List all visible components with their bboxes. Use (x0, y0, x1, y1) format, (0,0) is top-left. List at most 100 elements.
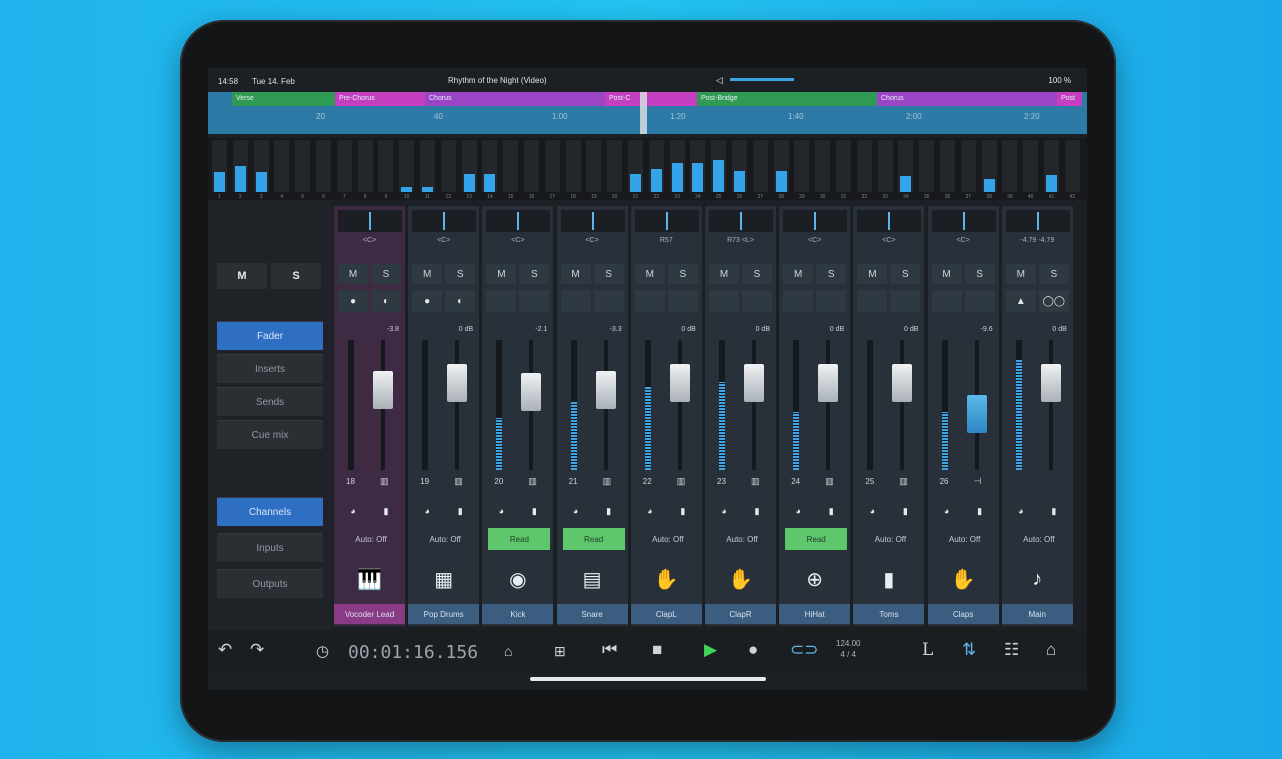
knob-icon[interactable]: ◕ (412, 503, 442, 519)
mini-channel-meter[interactable]: 36 (940, 140, 955, 200)
loop-icon[interactable]: ⊂⊃ (790, 640, 819, 660)
solo-button[interactable]: S (371, 264, 401, 284)
mini-channel-meter[interactable]: 32 (856, 140, 872, 200)
instrument-icon[interactable]: 🎹 (334, 557, 405, 601)
fader-handle[interactable] (1040, 364, 1061, 403)
mini-channel-meter[interactable]: 16 (524, 140, 539, 200)
mute-button[interactable]: M (412, 264, 443, 284)
mini-channel-meter[interactable]: 31 (836, 140, 851, 200)
record-arm-icon[interactable] (783, 290, 814, 312)
mute-button[interactable]: M (1005, 264, 1036, 284)
clock-icon[interactable]: ◷ (316, 642, 329, 660)
mini-channel-meter[interactable]: 11 (420, 140, 435, 200)
monitor-icon[interactable] (816, 290, 847, 312)
automation-mode[interactable]: Auto: Off (859, 528, 921, 550)
solo-button[interactable]: S (1038, 264, 1069, 284)
fader-handle[interactable] (669, 364, 690, 403)
overview-meter-bank[interactable]: 1 2 3 4 5 6 7 8 9 10 11 12 13 14 15 16 17 18 19 20 21 22 23 24 2… (208, 138, 1087, 200)
mini-channel-meter[interactable]: 42 (1064, 140, 1080, 200)
channel-name[interactable]: Toms (853, 604, 925, 624)
fader-track[interactable] (677, 340, 682, 470)
knob-icon[interactable]: ◕ (709, 503, 739, 519)
channel-name[interactable]: Pop Drums (408, 604, 480, 624)
fader-handle[interactable] (818, 364, 839, 403)
arranger-section[interactable]: Post (1057, 92, 1082, 106)
mini-channel-meter[interactable]: 9 (378, 140, 394, 200)
fader-track[interactable] (455, 340, 460, 470)
mini-channel-meter[interactable]: 1 (212, 140, 227, 200)
redo-icon[interactable]: ↷ (250, 640, 264, 660)
instrument-icon[interactable]: ♪ (1002, 557, 1073, 601)
mute-button[interactable]: M (634, 264, 665, 284)
channel-strip[interactable]: <C> M S ● ◐ -3.8 18 ▥ ◕ ▮ Auto: Off 🎹 Vocoder Lead (333, 206, 405, 626)
mini-channel-meter[interactable]: 27 (752, 140, 768, 200)
channel-strip[interactable]: -4.79 -4.79 M S ▲ ◯◯ 0 dB ◕ ▮ Auto: Off ♪ Main (1000, 206, 1073, 626)
record-arm-icon[interactable] (931, 290, 962, 312)
fader-track[interactable] (1048, 340, 1053, 470)
grid-view-icon[interactable]: ☷ (1004, 640, 1019, 660)
mute-button[interactable]: M (486, 264, 517, 284)
mini-channel-meter[interactable]: 29 (794, 140, 810, 200)
view-button-inserts[interactable]: Inserts (217, 354, 323, 383)
insert-icon[interactable]: ▮ (742, 503, 772, 519)
solo-button[interactable]: S (445, 264, 476, 284)
solo-button[interactable]: S (890, 264, 921, 284)
instrument-icon[interactable]: ▮ (853, 557, 924, 601)
record-arm-icon[interactable] (857, 290, 888, 312)
mute-button[interactable]: M (560, 264, 591, 284)
insert-icon[interactable]: ▮ (816, 503, 846, 519)
mini-channel-meter[interactable]: 13 (461, 140, 477, 200)
mini-channel-meter[interactable]: 41 (1044, 140, 1059, 200)
automation-mode[interactable]: Auto: Off (711, 528, 773, 550)
record-arm-icon[interactable] (709, 290, 739, 312)
knob-icon[interactable]: ◕ (561, 503, 591, 519)
mini-channel-meter[interactable]: 6 (316, 140, 331, 200)
channel-strip[interactable]: R73 <L> M S 0 dB 23 ▥ ◕ ▮ Auto: Off ✋ ClapR (704, 206, 776, 626)
solo-button[interactable]: S (519, 264, 550, 284)
monitor-icon[interactable]: ◐ (445, 290, 476, 312)
record-arm-icon[interactable] (486, 290, 517, 312)
monitor-icon[interactable]: ◯◯ (1038, 290, 1069, 312)
arranger-timeline[interactable]: Verse Pre-Chorus Chorus Post-C Post-Bridge Ch… (208, 92, 1087, 134)
mini-channel-meter[interactable]: 8 (357, 140, 373, 200)
record-arm-icon[interactable] (634, 290, 665, 312)
record-arm-icon[interactable]: ▲ (1005, 290, 1036, 312)
solo-button[interactable]: S (742, 264, 772, 284)
marker-add-icon[interactable]: ⊞ (554, 643, 566, 660)
record-arm-icon[interactable]: ● (338, 290, 368, 312)
knob-icon[interactable]: ◕ (932, 503, 962, 519)
instrument-icon[interactable]: ◉ (482, 557, 553, 601)
marker-prev-icon[interactable]: ⌂ (504, 643, 512, 659)
record-arm-icon[interactable]: ● (412, 290, 443, 312)
arranger-section[interactable]: Post-Bridge (697, 92, 877, 106)
mini-channel-meter[interactable]: 38 (981, 140, 997, 200)
tempo-display[interactable]: 124.00 4 / 4 (836, 638, 860, 660)
channel-strip[interactable]: R57 M S 0 dB 22 ▥ ◕ ▮ Auto: Off ✋ ClapL (629, 206, 702, 626)
view-button-sends[interactable]: Sends (217, 387, 323, 416)
mini-channel-meter[interactable]: 19 (586, 140, 602, 200)
channel-strip[interactable]: <C> M S -9.6 26 ⊣ ◕ ▮ Auto: Off ✋ Claps (926, 206, 999, 626)
mini-channel-meter[interactable]: 18 (565, 140, 581, 200)
instrument-icon[interactable]: ✋ (705, 557, 776, 601)
channel-strip[interactable]: <C> M S -2.1 20 ▥ ◕ ▮ Read ◉ Kick (481, 206, 554, 626)
time-display[interactable]: 00:01:16.156 (348, 642, 478, 663)
channel-name[interactable]: Main (1001, 604, 1073, 624)
monitor-icon[interactable] (964, 290, 995, 312)
channel-name[interactable]: HiHat (779, 604, 851, 624)
playhead[interactable] (640, 92, 647, 134)
fader-handle[interactable] (892, 364, 913, 403)
insert-icon[interactable]: ▮ (1039, 503, 1069, 519)
automation-mode[interactable]: Read (562, 528, 625, 550)
insert-icon[interactable]: ▮ (594, 503, 624, 519)
automation-mode[interactable]: Auto: Off (1008, 528, 1070, 550)
solo-button[interactable]: S (667, 264, 698, 284)
automation-mode[interactable]: Auto: Off (637, 528, 699, 550)
channel-strip[interactable]: <C> M S 0 dB 25 ▥ ◕ ▮ Auto: Off ▮ Toms (852, 206, 925, 626)
mini-channel-meter[interactable]: 39 (1002, 140, 1018, 200)
home-icon[interactable]: ⌂ (1046, 640, 1056, 660)
automation-mode[interactable]: Auto: Off (340, 528, 402, 550)
knob-icon[interactable]: ◕ (1006, 503, 1036, 519)
list-button-inputs[interactable]: Inputs (217, 533, 323, 562)
play-icon[interactable]: ▶ (704, 640, 717, 660)
knob-icon[interactable]: ◕ (635, 503, 665, 519)
